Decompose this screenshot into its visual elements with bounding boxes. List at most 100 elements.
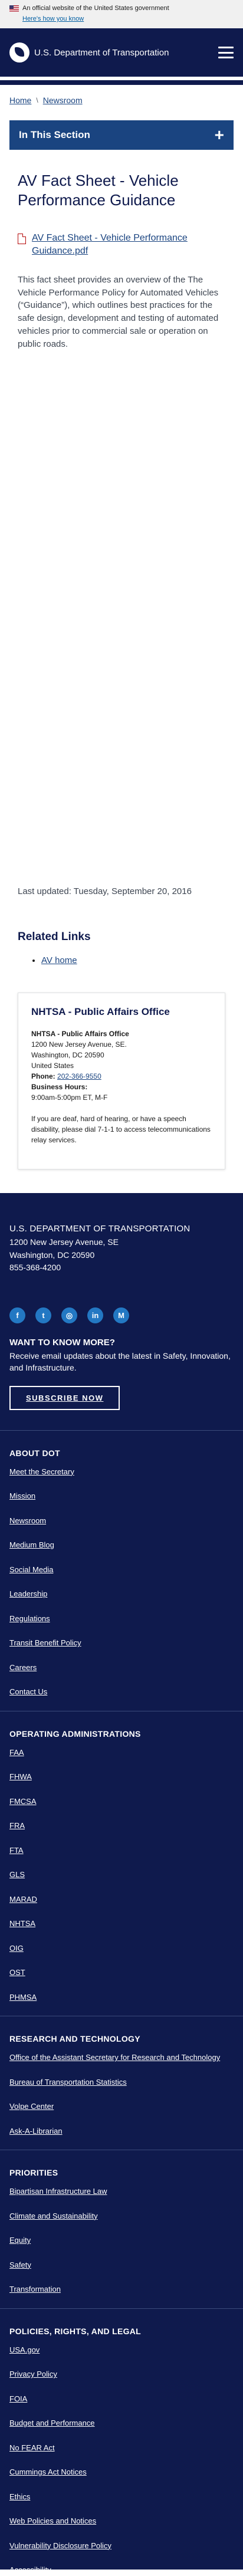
contact-name: NHTSA - Public Affairs Office — [31, 1030, 129, 1038]
plus-icon: + — [214, 126, 224, 144]
attachment: AV Fact Sheet - Vehicle Performance Guid… — [18, 232, 225, 258]
footer-org-name: U.S. DEPARTMENT OF TRANSPORTATION — [9, 1224, 191, 1234]
gov-banner-text: An official website of the United States… — [22, 5, 169, 12]
breadcrumb: Home \ Newsroom — [0, 85, 243, 105]
list-item: AV home — [41, 955, 77, 965]
footer-section-operating: OPERATING ADMINISTRATIONS FAA FHWA FMCSA… — [0, 1729, 243, 2017]
breadcrumb-separator-icon: \ — [36, 96, 38, 104]
footer-link[interactable]: Ask-A-Librarian — [9, 2127, 63, 2135]
page-title: AV Fact Sheet - Vehicle Performance Guid… — [18, 172, 179, 209]
footer-link[interactable]: GLS — [9, 1870, 25, 1879]
body-text: This fact sheet provides an overview of … — [18, 274, 219, 349]
site-header: U.S. Department of Transportation — [0, 28, 243, 77]
site-name: U.S. Department of Transportation — [34, 47, 169, 58]
footer-link[interactable]: MARAD — [9, 1895, 37, 1904]
breadcrumb-home[interactable]: Home — [9, 96, 31, 105]
hours-label: Business Hours: — [31, 1083, 88, 1091]
in-this-section-label: In This Section — [19, 129, 90, 140]
footer-link[interactable]: Equity — [9, 2236, 31, 2245]
footer-link[interactable]: Web Policies and Notices — [9, 2516, 96, 2525]
contact-card: NHTSA - Public Affairs Office NHTSA - Pu… — [18, 993, 225, 1169]
footer-section-title: RESEARCH AND TECHNOLOGY — [9, 2034, 140, 2044]
header-divider — [0, 77, 243, 85]
footer-link[interactable]: FHWA — [9, 1772, 32, 1781]
footer-link[interactable]: NHTSA — [9, 1919, 35, 1928]
footer-link[interactable]: Transit Benefit Policy — [9, 1638, 81, 1647]
footer-section-about: ABOUT DOT Meet the Secretary Mission New… — [0, 1448, 243, 1711]
footer-link[interactable]: No FEAR Act — [9, 2443, 55, 2452]
footer-section-title: PRIORITIES — [9, 2168, 58, 2178]
footer-link[interactable]: Bipartisan Infrastructure Law — [9, 2187, 107, 2196]
hamburger-menu-icon[interactable] — [218, 47, 234, 58]
footer-link[interactable]: OIG — [9, 1944, 24, 1953]
footer-link[interactable]: Transformation — [9, 2285, 61, 2294]
footer-link[interactable]: Leadership — [9, 1589, 47, 1598]
footer-address: 1200 New Jersey Avenue, SE Washington, D… — [9, 1236, 234, 1274]
subscribe-button[interactable]: SUBSCRIBE NOW — [9, 1385, 120, 1410]
footer-link[interactable]: Office of the Assistant Secretary for Re… — [9, 2053, 220, 2062]
related-link-av-home[interactable]: AV home — [41, 955, 77, 965]
footer-link[interactable]: Newsroom — [9, 1516, 46, 1525]
footer-section-research: RESEARCH AND TECHNOLOGY Office of the As… — [0, 2034, 243, 2151]
attachment-link[interactable]: AV Fact Sheet - Vehicle Performance Guid… — [32, 232, 225, 258]
footer-section-policies: POLICIES, RIGHTS, AND LEGAL USA.gov Priv… — [9, 2327, 234, 2576]
heres-how-you-know-link[interactable]: Here's how you know — [22, 15, 84, 22]
footer-link[interactable]: FOIA — [9, 2394, 27, 2403]
twitter-icon[interactable]: t — [35, 1307, 51, 1324]
instagram-icon[interactable]: ◎ — [61, 1307, 77, 1324]
footer-link[interactable]: Privacy Policy — [9, 2370, 57, 2378]
footer-link[interactable]: Contact Us — [9, 1687, 47, 1696]
footer-link[interactable]: Bureau of Transportation Statistics — [9, 2078, 127, 2087]
footer-link[interactable]: USA.gov — [9, 2345, 40, 2354]
footer-section-title: POLICIES, RIGHTS, AND LEGAL — [9, 2326, 142, 2336]
footer-link[interactable]: PHMSA — [9, 1993, 37, 2002]
want-to-know-text: Receive email updates about the latest i… — [9, 1351, 231, 1373]
footer-link[interactable]: Ethics — [9, 2492, 30, 2501]
footer-link[interactable]: FAA — [9, 1748, 24, 1757]
contact-heading: NHTSA - Public Affairs Office — [31, 1006, 170, 1017]
footer-link[interactable]: FMCSA — [9, 1797, 37, 1806]
footer-link[interactable]: OST — [9, 1968, 25, 1977]
footer-section-title: ABOUT DOT — [9, 1448, 60, 1458]
medium-icon[interactable]: M — [113, 1307, 129, 1324]
footer-link[interactable]: FRA — [9, 1821, 25, 1830]
footer-phone: 855-368-4200 — [9, 1263, 61, 1273]
footer-link[interactable]: Cummings Act Notices — [9, 2467, 87, 2476]
contact-city: Washington, DC 20590 — [31, 1051, 104, 1059]
footer-link[interactable]: Regulations — [9, 1614, 50, 1623]
breadcrumb-newsroom[interactable]: Newsroom — [43, 96, 83, 105]
relay-note: If you are deaf, hard of hearing, or hav… — [31, 1115, 211, 1144]
dot-logo-icon — [9, 42, 29, 63]
footer-address-line2: Washington, DC 20590 — [9, 1250, 95, 1260]
footer-link[interactable]: Mission — [9, 1491, 35, 1500]
site-footer: U.S. DEPARTMENT OF TRANSPORTATION 1200 N… — [0, 1193, 243, 2574]
linkedin-icon[interactable]: in — [87, 1307, 103, 1324]
last-updated: Last updated: Tuesday, September 20, 201… — [18, 886, 192, 896]
want-to-know-heading: WANT TO KNOW MORE? — [9, 1338, 115, 1348]
hours-value: 9:00am-5:00pm ET, M-F — [31, 1093, 108, 1102]
footer-link[interactable]: Budget and Performance — [9, 2419, 95, 2427]
footer-link[interactable]: Careers — [9, 1663, 37, 1672]
social-links: f t ◎ in M — [9, 1307, 234, 1324]
footer-link[interactable]: Volpe Center — [9, 2102, 54, 2111]
us-flag-icon — [9, 5, 19, 12]
footer-link[interactable]: Climate and Sustainability — [9, 2212, 98, 2220]
footer-link[interactable]: Medium Blog — [9, 1540, 54, 1549]
footer-divider — [0, 1430, 243, 1431]
footer-link[interactable]: Social Media — [9, 1565, 53, 1574]
contact-country: United States — [31, 1062, 74, 1070]
footer-link[interactable]: Accessibility — [9, 2565, 51, 2574]
contact-street: 1200 New Jersey Avenue, SE. — [31, 1040, 127, 1049]
pdf-file-icon — [18, 234, 26, 244]
footer-link[interactable]: Meet the Secretary — [9, 1467, 74, 1476]
related-links-heading: Related Links — [18, 931, 91, 943]
facebook-icon[interactable]: f — [9, 1307, 25, 1324]
footer-link[interactable]: Vulnerability Disclosure Policy — [9, 2541, 111, 2550]
footer-link[interactable]: Safety — [9, 2260, 31, 2269]
dot-logo[interactable]: U.S. Department of Transportation — [9, 42, 169, 63]
gov-banner: An official website of the United States… — [0, 0, 243, 28]
phone-link[interactable]: 202-366-9550 — [57, 1072, 101, 1080]
in-this-section-toggle[interactable]: In This Section + — [9, 120, 234, 150]
footer-link[interactable]: FTA — [9, 1846, 24, 1855]
footer-section-priorities: PRIORITIES Bipartisan Infrastructure Law… — [0, 2168, 243, 2309]
